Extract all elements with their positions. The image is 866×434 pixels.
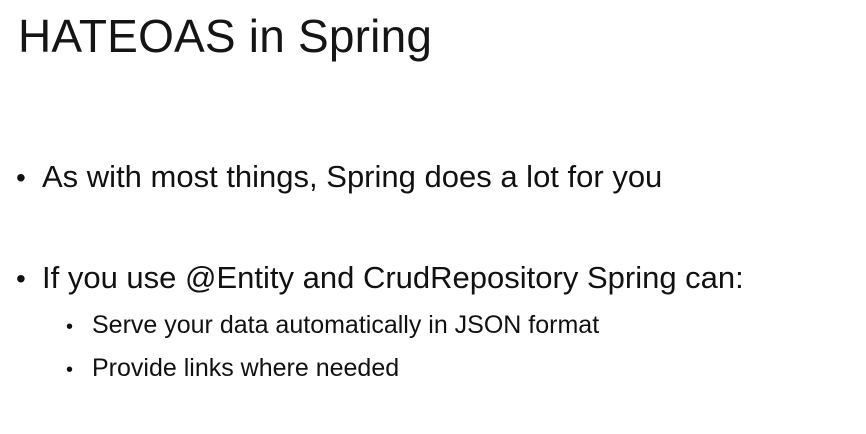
bullet-item: • As with most things, Spring does a lot… — [16, 157, 662, 198]
sub-bullet-text: Serve your data automatically in JSON fo… — [92, 311, 600, 339]
bullet-text: As with most things, Spring does a lot f… — [42, 159, 663, 194]
sub-bullet-marker: • — [66, 316, 74, 338]
bullet-item: • If you use @Entity and CrudRepository … — [16, 258, 744, 299]
sub-bullet-item: • Provide links where needed — [66, 351, 399, 387]
slide: HATEOAS in Spring • As with most things,… — [0, 0, 866, 434]
sub-bullet-marker: • — [66, 359, 74, 381]
bullet-marker: • — [16, 162, 26, 193]
bullet-text: If you use @Entity and CrudRepository Sp… — [42, 260, 744, 295]
slide-title: HATEOAS in Spring — [18, 10, 433, 62]
bullet-marker: • — [16, 263, 26, 294]
sub-bullet-item: • Serve your data automatically in JSON … — [66, 308, 599, 344]
sub-bullet-text: Provide links where needed — [92, 354, 400, 382]
